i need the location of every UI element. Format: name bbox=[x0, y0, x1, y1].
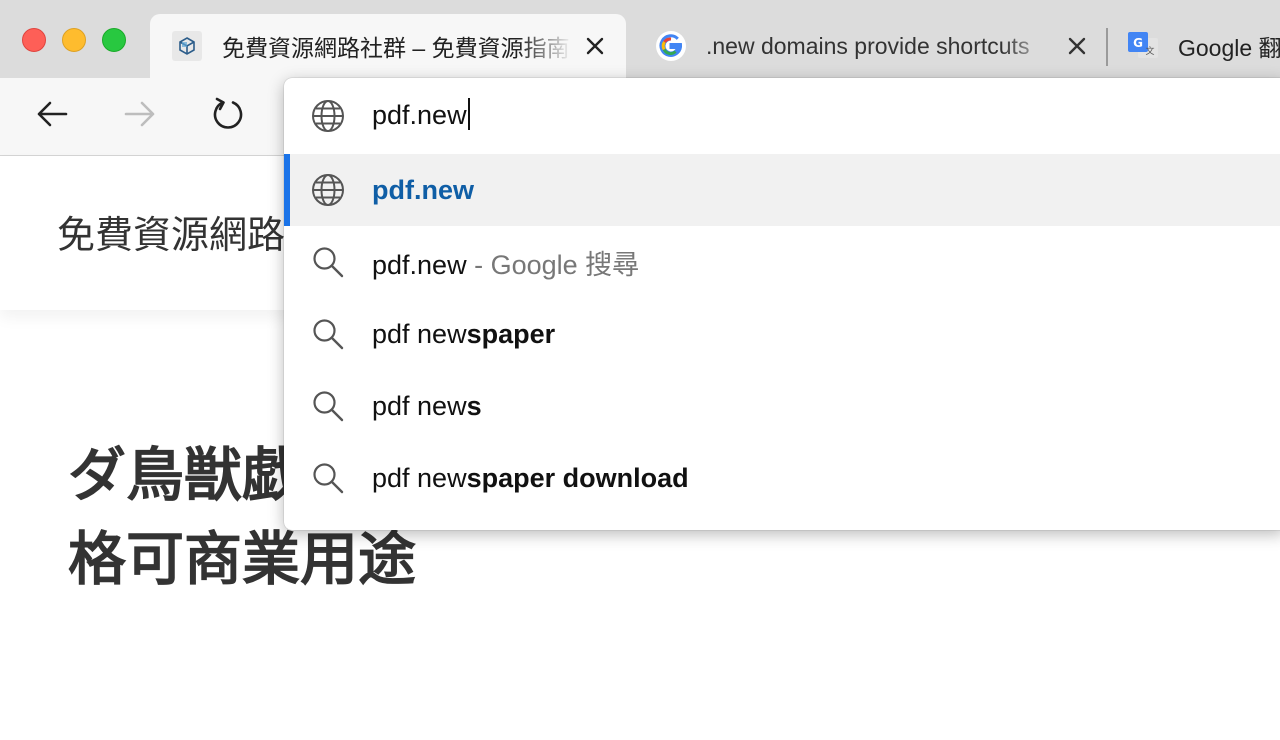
tab-title: Google 翻譯 bbox=[1178, 35, 1280, 61]
suggestion-search[interactable]: pdf news bbox=[284, 370, 1280, 442]
suggestion-label: pdf.new bbox=[372, 174, 474, 205]
arrow-left-icon bbox=[34, 96, 70, 137]
text-caret bbox=[467, 98, 470, 131]
tab-active[interactable]: 免費資源網路社群 – 免費資源指南 bbox=[150, 14, 626, 78]
tab-new-domains[interactable]: .new domains provide shortcuts bbox=[634, 14, 1104, 78]
arrow-right-icon bbox=[122, 96, 158, 137]
reload-button[interactable] bbox=[206, 94, 250, 138]
suggestion-label: pdf newspaper bbox=[372, 319, 555, 350]
address-input-value: pdf.new bbox=[372, 99, 467, 130]
close-icon[interactable] bbox=[582, 33, 608, 59]
window-minimize-button[interactable] bbox=[62, 28, 86, 52]
search-icon bbox=[310, 388, 346, 424]
headline-line: 格可商業用途 bbox=[68, 527, 417, 592]
cube-icon bbox=[170, 29, 204, 63]
google-g-icon bbox=[654, 29, 688, 63]
tab-title: 免費資源網路社群 – 免費資源指南 bbox=[222, 35, 570, 61]
tab-bar: 免費資源網路社群 – 免費資源指南 .new domains provide s… bbox=[0, 0, 1280, 78]
search-icon bbox=[310, 316, 346, 352]
omnibox-dropdown: pdf.new pdf.new pdf.new - Google 搜尋 pdf … bbox=[284, 78, 1280, 530]
suggestion-search[interactable]: pdf.new - Google 搜尋 bbox=[284, 226, 1280, 298]
search-icon bbox=[310, 244, 346, 280]
google-translate-icon: G 文 bbox=[1126, 29, 1160, 63]
close-icon[interactable] bbox=[1064, 33, 1090, 59]
suggestion-prefix: pdf.new bbox=[372, 249, 467, 280]
suggestion-prefix: pdf new bbox=[372, 462, 467, 493]
address-bar[interactable]: pdf.new bbox=[284, 78, 1280, 154]
svg-text:文: 文 bbox=[1145, 45, 1154, 57]
suggestion-completion: spaper bbox=[466, 318, 556, 349]
suggestion-label: pdf news bbox=[372, 391, 482, 422]
suggestion-label: pdf newspaper download bbox=[372, 463, 689, 494]
window-close-button[interactable] bbox=[22, 28, 46, 52]
tab-divider bbox=[1106, 28, 1108, 66]
back-button[interactable] bbox=[30, 94, 74, 138]
window-zoom-button[interactable] bbox=[102, 28, 126, 52]
globe-icon bbox=[310, 98, 346, 134]
suggestion-url[interactable]: pdf.new bbox=[284, 154, 1280, 226]
tab-google-translate[interactable]: G 文 Google 翻譯 bbox=[1112, 14, 1280, 78]
suggestion-search[interactable]: pdf newspaper download bbox=[284, 442, 1280, 514]
svg-text:G: G bbox=[1133, 36, 1143, 50]
forward-button[interactable] bbox=[118, 94, 162, 138]
suggestion-label: pdf.new - Google 搜尋 bbox=[372, 243, 639, 282]
tab-title: .new domains provide shortcuts bbox=[706, 32, 1030, 59]
suggestion-completion: s bbox=[466, 390, 482, 421]
reload-icon bbox=[209, 95, 247, 138]
suggestion-prefix: pdf new bbox=[372, 390, 467, 421]
suggestion-completion: spaper download bbox=[466, 462, 689, 493]
suggestion-search[interactable]: pdf newspaper bbox=[284, 298, 1280, 370]
suggestion-prefix: pdf new bbox=[372, 318, 467, 349]
suggestion-suffix: - Google 搜尋 bbox=[466, 249, 640, 280]
search-icon bbox=[310, 460, 346, 496]
globe-icon bbox=[310, 172, 346, 208]
address-input[interactable]: pdf.new bbox=[372, 98, 470, 133]
